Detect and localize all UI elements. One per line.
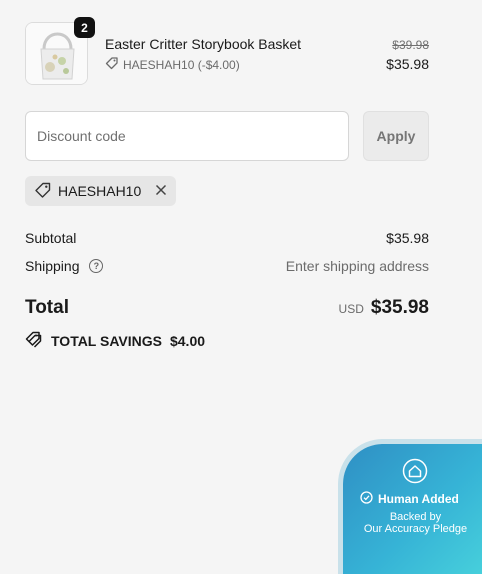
shipping-label: Shipping <box>25 258 80 274</box>
total-savings: TOTAL SAVINGS $4.00 <box>25 330 205 351</box>
product-price: $35.98 <box>386 56 429 72</box>
human-added-badge[interactable]: Human Added Backed by Our Accuracy Pledg… <box>343 444 482 574</box>
savings-tag-icon <box>25 330 43 351</box>
badge-title: Human Added <box>378 492 459 506</box>
close-icon[interactable] <box>155 183 167 200</box>
home-icon <box>402 458 428 489</box>
badge-line1: Backed by <box>389 511 442 523</box>
subtotal-value: $35.98 <box>386 230 429 246</box>
product-title: Easter Critter Storybook Basket <box>105 36 302 52</box>
tag-icon <box>105 56 119 73</box>
product-discount: HAESHAH10 (-$4.00) <box>105 56 240 73</box>
discount-code-input[interactable] <box>25 111 349 161</box>
total-label: Total <box>25 297 69 318</box>
currency-code: USD <box>338 302 364 316</box>
badge-subtitle: Backed by Our Accuracy Pledge <box>343 511 482 535</box>
check-circle-icon <box>360 491 373 507</box>
shipping-row: Shipping ? <box>25 258 104 274</box>
quantity-badge: 2 <box>74 17 95 38</box>
tag-icon <box>34 181 52 202</box>
original-price: $39.98 <box>392 38 429 52</box>
apply-button[interactable]: Apply <box>363 111 429 161</box>
savings-value: $4.00 <box>169 332 206 349</box>
help-icon[interactable]: ? <box>89 259 104 274</box>
badge-line2: Our Accuracy Pledge <box>363 523 468 535</box>
shipping-value: Enter shipping address <box>285 258 429 274</box>
product-discount-text: HAESHAH10 (-$4.00) <box>123 57 240 72</box>
applied-code-text: HAESHAH10 <box>58 183 142 199</box>
badge-title-row: Human Added <box>360 491 459 507</box>
applied-discount-chip: HAESHAH10 <box>25 176 177 206</box>
total-value-group: USD $35.98 <box>339 297 429 319</box>
total-amount: $35.98 <box>370 297 429 318</box>
subtotal-label: Subtotal <box>25 230 77 246</box>
savings-label: TOTAL SAVINGS <box>51 332 162 349</box>
